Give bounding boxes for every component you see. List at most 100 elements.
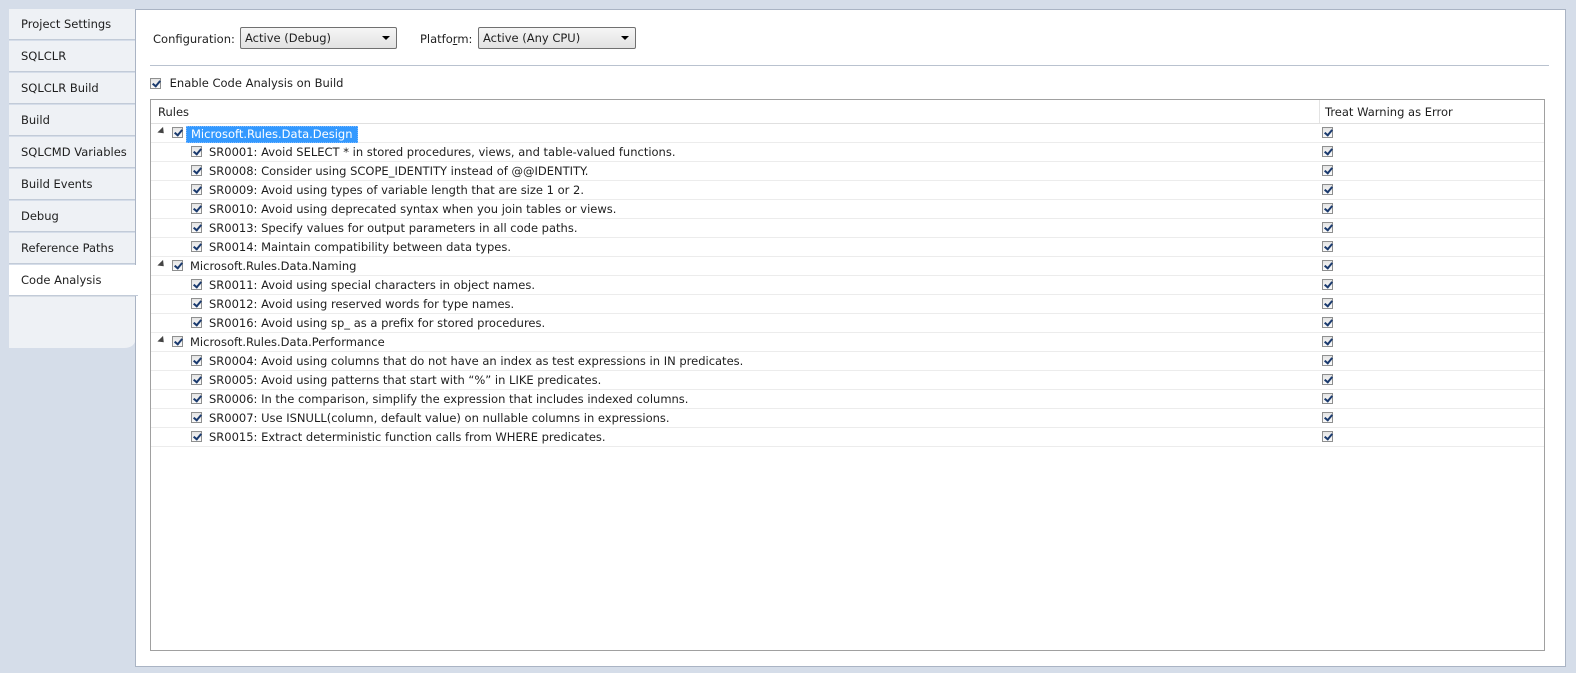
rule-row[interactable]: SR0004: Avoid using columns that do not …: [151, 352, 1544, 371]
nav-item[interactable]: SQLCLR Build: [9, 73, 136, 104]
rule-row[interactable]: SR0006: In the comparison, simplify the …: [151, 390, 1544, 409]
rule-row[interactable]: SR0016: Avoid using sp_ as a prefix for …: [151, 314, 1544, 333]
rule-row[interactable]: SR0007: Use ISNULL(column, default value…: [151, 409, 1544, 428]
nav-item[interactable]: Reference Paths: [9, 233, 136, 264]
nav-item[interactable]: Code Analysis: [9, 265, 138, 296]
rule-label: SR0011: Avoid using special characters i…: [209, 278, 535, 292]
rule-row[interactable]: SR0010: Avoid using deprecated syntax wh…: [151, 200, 1544, 219]
separator: [150, 65, 1549, 66]
treat-warning-as-error-checkbox[interactable]: [1322, 374, 1333, 385]
rule-group-checkbox[interactable]: [172, 127, 183, 138]
rule-group-label: Microsoft.Rules.Data.Naming: [190, 259, 357, 273]
treat-warning-as-error-checkbox[interactable]: [1322, 222, 1333, 233]
chevron-down-icon: [621, 36, 629, 40]
rule-row[interactable]: SR0011: Avoid using special characters i…: [151, 276, 1544, 295]
enable-code-analysis[interactable]: Enable Code Analysis on Build: [150, 76, 343, 92]
rule-group-label: Microsoft.Rules.Data.Design: [186, 126, 358, 143]
rule-row[interactable]: SR0001: Avoid SELECT * in stored procedu…: [151, 143, 1544, 162]
rule-checkbox[interactable]: [191, 298, 202, 309]
expand-collapse-icon[interactable]: [157, 335, 167, 346]
rule-group-checkbox[interactable]: [172, 260, 183, 271]
treat-warning-as-error-checkbox[interactable]: [1322, 355, 1333, 366]
column-divider[interactable]: [1319, 100, 1320, 123]
rule-checkbox[interactable]: [191, 393, 202, 404]
rule-checkbox[interactable]: [191, 431, 202, 442]
platform-dropdown[interactable]: Active (Any CPU): [478, 27, 636, 49]
platform-value: Active (Any CPU): [483, 31, 581, 45]
code-analysis-panel: Configuration: Active (Debug) Platform: …: [135, 9, 1566, 667]
treat-warning-as-error-checkbox[interactable]: [1322, 241, 1333, 252]
rule-row[interactable]: SR0015: Extract deterministic function c…: [151, 428, 1544, 447]
rule-group-checkbox[interactable]: [172, 336, 183, 347]
rule-row[interactable]: SR0013: Specify values for output parame…: [151, 219, 1544, 238]
rule-row[interactable]: SR0014: Maintain compatibility between d…: [151, 238, 1544, 257]
rule-row[interactable]: SR0012: Avoid using reserved words for t…: [151, 295, 1544, 314]
nav-item[interactable]: SQLCMD Variables: [9, 137, 136, 168]
rule-label: SR0009: Avoid using types of variable le…: [209, 183, 585, 197]
treat-warning-as-error-checkbox[interactable]: [1322, 412, 1333, 423]
configuration-dropdown[interactable]: Active (Debug): [240, 27, 397, 49]
rule-label: SR0016: Avoid using sp_ as a prefix for …: [209, 316, 546, 330]
nav-item[interactable]: Build: [9, 105, 136, 136]
rule-label: SR0014: Maintain compatibility between d…: [209, 240, 511, 254]
rule-checkbox[interactable]: [191, 146, 202, 157]
nav-background: [9, 296, 136, 669]
treat-warning-as-error-checkbox[interactable]: [1322, 298, 1333, 309]
rules-grid: Rules Treat Warning as Error Microsoft.R…: [150, 99, 1545, 651]
rule-checkbox[interactable]: [191, 165, 202, 176]
rule-checkbox[interactable]: [191, 241, 202, 252]
rule-row[interactable]: SR0005: Avoid using patterns that start …: [151, 371, 1544, 390]
rule-group-label: Microsoft.Rules.Data.Performance: [190, 335, 385, 349]
rule-group-row[interactable]: Microsoft.Rules.Data.Design: [151, 124, 1544, 143]
treat-warning-as-error-checkbox[interactable]: [1322, 260, 1333, 271]
treat-warning-as-error-column-header[interactable]: Treat Warning as Error: [1325, 105, 1453, 119]
rule-checkbox[interactable]: [191, 222, 202, 233]
rule-checkbox[interactable]: [191, 317, 202, 328]
rules-column-header[interactable]: Rules: [158, 105, 189, 119]
enable-code-analysis-label: Enable Code Analysis on Build: [169, 76, 344, 90]
rule-checkbox[interactable]: [191, 412, 202, 423]
platform-label: Platform:: [420, 32, 473, 46]
enable-code-analysis-checkbox[interactable]: [150, 78, 161, 89]
grid-header: Rules Treat Warning as Error: [151, 100, 1544, 124]
rule-label: SR0013: Specify values for output parame…: [209, 221, 578, 235]
rule-label: SR0007: Use ISNULL(column, default value…: [209, 411, 670, 425]
treat-warning-as-error-checkbox[interactable]: [1322, 165, 1333, 176]
rule-checkbox[interactable]: [191, 203, 202, 214]
nav-item[interactable]: Debug: [9, 201, 136, 232]
nav-item[interactable]: Build Events: [9, 169, 136, 200]
project-properties-nav: Project Settings SQLCLR SQLCLR Build Build S…: [9, 9, 138, 669]
rule-label: SR0010: Avoid using deprecated syntax wh…: [209, 202, 617, 216]
rule-label: SR0004: Avoid using columns that do not …: [209, 354, 744, 368]
nav-item[interactable]: Project Settings: [9, 9, 136, 40]
expand-collapse-icon[interactable]: [157, 126, 167, 137]
treat-warning-as-error-checkbox[interactable]: [1322, 127, 1333, 138]
nav-item[interactable]: SQLCLR: [9, 41, 136, 72]
rule-row[interactable]: SR0008: Consider using SCOPE_IDENTITY in…: [151, 162, 1544, 181]
rule-label: SR0012: Avoid using reserved words for t…: [209, 297, 515, 311]
treat-warning-as-error-checkbox[interactable]: [1322, 336, 1333, 347]
rule-label: SR0015: Extract deterministic function c…: [209, 430, 606, 444]
treat-warning-as-error-checkbox[interactable]: [1322, 203, 1333, 214]
rule-label: SR0001: Avoid SELECT * in stored procedu…: [209, 145, 676, 159]
configuration-label: Configuration:: [153, 32, 235, 46]
rule-checkbox[interactable]: [191, 184, 202, 195]
treat-warning-as-error-checkbox[interactable]: [1322, 317, 1333, 328]
rule-group-row[interactable]: Microsoft.Rules.Data.Performance: [151, 333, 1544, 352]
chevron-down-icon: [382, 36, 390, 40]
treat-warning-as-error-checkbox[interactable]: [1322, 431, 1333, 442]
rule-label: SR0006: In the comparison, simplify the …: [209, 392, 689, 406]
treat-warning-as-error-checkbox[interactable]: [1322, 393, 1333, 404]
rule-label: SR0008: Consider using SCOPE_IDENTITY in…: [209, 164, 589, 178]
rule-label: SR0005: Avoid using patterns that start …: [209, 373, 602, 387]
treat-warning-as-error-checkbox[interactable]: [1322, 146, 1333, 157]
rule-group-row[interactable]: Microsoft.Rules.Data.Naming: [151, 257, 1544, 276]
treat-warning-as-error-checkbox[interactable]: [1322, 184, 1333, 195]
expand-collapse-icon[interactable]: [157, 259, 167, 270]
rule-row[interactable]: SR0009: Avoid using types of variable le…: [151, 181, 1544, 200]
rule-checkbox[interactable]: [191, 355, 202, 366]
configuration-bar: Configuration: Active (Debug) Platform: …: [136, 10, 1565, 70]
rule-checkbox[interactable]: [191, 374, 202, 385]
treat-warning-as-error-checkbox[interactable]: [1322, 279, 1333, 290]
rule-checkbox[interactable]: [191, 279, 202, 290]
